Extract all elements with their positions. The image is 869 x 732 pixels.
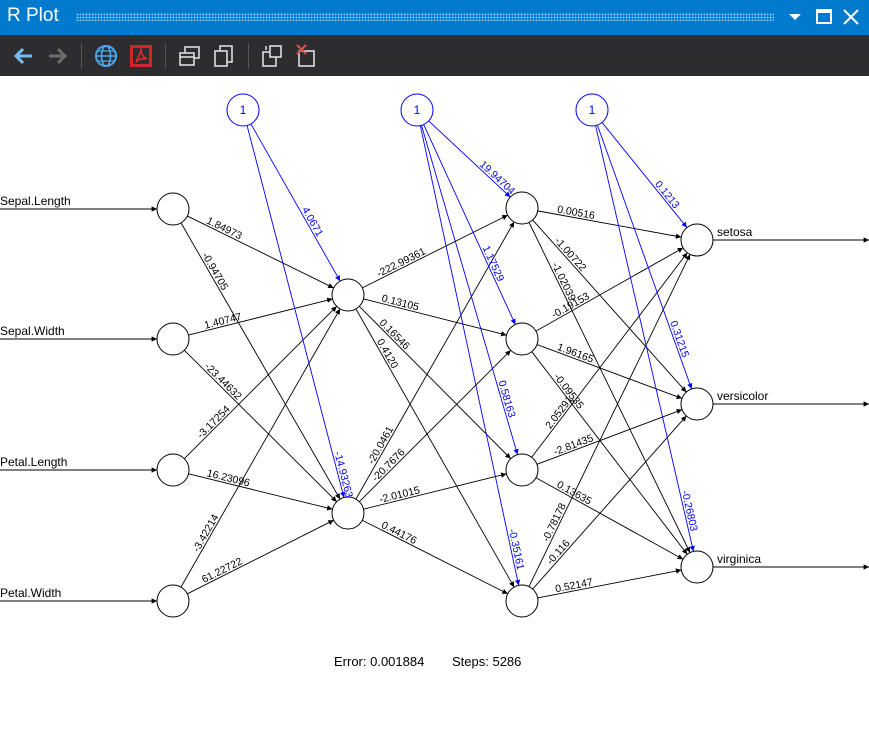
hidden-node — [505, 322, 539, 356]
bias-hidden2-weight-label: 0.58163 — [495, 379, 517, 419]
bias-hidden2-weight-label: -0.35161 — [506, 528, 526, 571]
hidden1-hidden2-weight-label: -222.99361 — [375, 245, 428, 280]
bias-hidden2-weight-label: 1.17529 — [480, 244, 507, 284]
hidden-node — [505, 453, 539, 487]
hidden1-hidden2-weight-label: -2.01015 — [378, 484, 421, 506]
toolbar — [0, 35, 869, 76]
bias-label: 1 — [589, 103, 596, 117]
bias-hidden1-weight-label: 4.0671 — [299, 205, 325, 239]
maximize-icon[interactable] — [813, 6, 835, 28]
error-label: Error: 0.001884 — [334, 654, 424, 669]
title-bar: R Plot — [0, 0, 869, 35]
input-node — [156, 584, 190, 618]
input-node — [156, 453, 190, 487]
bias-output-weight-label: -0.26803 — [679, 489, 700, 532]
hidden-node — [505, 191, 539, 225]
title-bar-grip[interactable] — [76, 13, 774, 21]
neural-network-diagram: 1 1 1 1.84973 -0.94705 1.40747 -23.44632-3.17… — [0, 93, 869, 669]
remove-icon[interactable] — [294, 43, 320, 69]
output-node — [680, 223, 714, 257]
hidden2-output-weight-label: 2.05291 — [543, 394, 576, 432]
hidden-node — [505, 584, 539, 618]
hidden2-output-weight-label: 0.00516 — [556, 203, 596, 222]
toolbar-separator — [165, 43, 166, 69]
window-title: R Plot — [7, 5, 59, 26]
copy-window-icon[interactable] — [177, 43, 203, 69]
input-hidden-weight-label: -0.94705 — [199, 251, 230, 293]
input-label: Sepal.Length — [0, 194, 71, 208]
hidden1-hidden2-weight-label: 0.13105 — [380, 293, 420, 314]
bias-hidden2-weight-label: 19.94704 — [477, 159, 517, 198]
bias-label: 1 — [414, 103, 421, 117]
bias-hidden2-edge — [419, 125, 521, 586]
hidden2-output-weight-label: -2.81435 — [552, 432, 595, 458]
input-hidden-weight-label: 1.84973 — [204, 215, 244, 243]
dropdown-icon[interactable] — [784, 6, 806, 28]
toolbar-separator — [81, 43, 82, 69]
input-hidden-weight-label: -3.17254 — [195, 403, 233, 441]
steps-label: Steps: 5286 — [452, 654, 521, 669]
bias-hidden1-edge — [250, 123, 341, 282]
bias-hidden2-edge — [423, 124, 516, 325]
output-node — [680, 387, 714, 421]
output-node — [680, 550, 714, 584]
forward-arrow-icon[interactable] — [44, 43, 70, 69]
input-hidden-weight-label: -23.44632 — [202, 361, 244, 403]
bias-hidden1-edge — [246, 125, 346, 498]
hidden1-hidden2-weight-label: 0.44176 — [379, 519, 418, 547]
bias-label: 1 — [240, 103, 247, 117]
hidden-node — [331, 496, 365, 530]
plot-area: 1 1 1 1.84973 -0.94705 1.40747 -23.44632 -3.17… — [0, 76, 869, 727]
pdf-icon[interactable] — [128, 43, 154, 69]
hidden2-output-weight-label: -0.78178 — [540, 501, 569, 544]
output-label: virginica — [717, 552, 761, 566]
input-node — [156, 192, 190, 226]
copy-icon[interactable] — [211, 43, 237, 69]
hidden-node — [331, 278, 365, 312]
close-icon[interactable] — [840, 6, 862, 28]
hidden2-output-weight-label: 1.96165 — [556, 341, 596, 366]
back-arrow-icon[interactable] — [11, 43, 37, 69]
input-label: Petal.Length — [0, 455, 67, 469]
input-hidden-weight-label: 61.22722 — [200, 555, 245, 585]
export-icon[interactable] — [260, 43, 286, 69]
input-label: Sepal.Width — [0, 324, 65, 338]
input-node — [156, 322, 190, 356]
input-label: Petal.Width — [0, 586, 61, 600]
bias-hidden1-weight-label: -14.93263 — [331, 450, 355, 499]
bias-output-weight-label: 0.1213 — [652, 179, 682, 212]
output-label: versicolor — [717, 389, 768, 403]
input-hidden-weight-label: 16.23096 — [206, 467, 252, 489]
output-label: setosa — [717, 225, 753, 239]
globe-icon[interactable] — [93, 43, 119, 69]
hidden2-output-weight-label: 0.52147 — [554, 576, 594, 595]
input-hidden-weight-label: -3.42214 — [190, 512, 221, 554]
bias-output-weight-label: 0.31215 — [667, 319, 691, 359]
input-hidden-weight-label: 1.40747 — [203, 311, 243, 332]
toolbar-separator — [248, 43, 249, 69]
